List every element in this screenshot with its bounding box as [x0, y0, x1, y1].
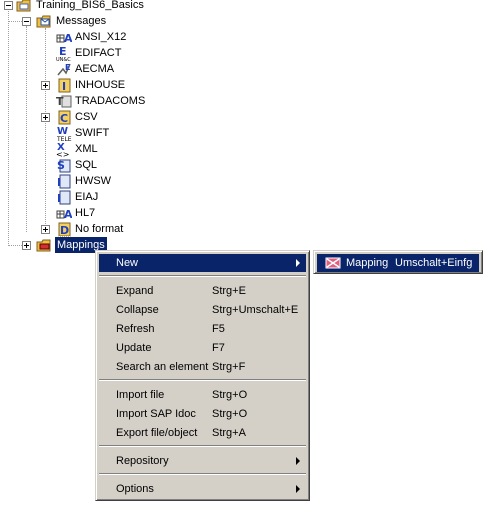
- menu-item-import-sap-idoc[interactable]: Import SAP Idoc Strg+O: [99, 405, 306, 423]
- tree-label: Messages: [56, 15, 107, 27]
- xml-format-icon: X <>: [56, 141, 72, 159]
- hl7-format-icon: A: [56, 205, 73, 221]
- submenu-arrow-icon: [296, 457, 300, 465]
- tree-label: HWSW: [75, 175, 112, 187]
- menu-item-shortcut: Strg+Umschalt+E: [212, 304, 299, 316]
- menu-item-label: Mapping: [346, 257, 389, 269]
- sql-format-icon: S: [56, 157, 72, 173]
- menu-item-label: Refresh: [116, 323, 155, 335]
- menu-item-label: Collapse: [116, 304, 159, 316]
- tree-label: INHOUSE: [75, 79, 126, 91]
- tree-label: CSV: [75, 111, 98, 123]
- tree-label: SWIFT: [75, 127, 110, 139]
- expand-toggle[interactable]: [41, 81, 50, 90]
- menu-item-options[interactable]: Options: [99, 480, 306, 498]
- expand-toggle[interactable]: [41, 113, 50, 122]
- menu-item-shortcut: Strg+A: [212, 427, 246, 439]
- svg-text:T: T: [56, 95, 64, 108]
- tree-label: SQL: [75, 159, 98, 171]
- menu-item-new[interactable]: New: [99, 254, 306, 272]
- tree-label: No format: [75, 223, 124, 235]
- tree-connector: [45, 28, 46, 230]
- tree-label: TRADACOMS: [75, 95, 146, 107]
- tree-connector: [26, 26, 27, 232]
- menu-item-search[interactable]: Search an element Strg+F: [99, 358, 306, 376]
- svg-text:S: S: [57, 159, 65, 172]
- context-menu: New Expand Strg+E Collapse Strg+Umschalt…: [95, 250, 310, 501]
- swift-format-icon: WTELEX: [56, 125, 76, 143]
- repository-tree: Training_BIS6_Basics Messages A ANSI_X12…: [0, 0, 488, 260]
- menu-item-repository[interactable]: Repository: [99, 452, 306, 470]
- tree-label: Training_BIS6_Basics: [36, 0, 144, 11]
- menu-item-label: Options: [116, 483, 154, 495]
- tradacoms-format-icon: T: [56, 93, 72, 109]
- menu-separator: [99, 275, 306, 277]
- ansi-format-icon: A: [56, 29, 73, 45]
- hwsw-format-icon: I: [56, 173, 72, 189]
- menu-item-label: Search an element: [116, 361, 209, 373]
- menu-item-shortcut: Strg+O: [212, 408, 248, 420]
- collapse-toggle[interactable]: [4, 1, 13, 10]
- tree-label: EIAJ: [75, 191, 99, 203]
- menu-item-shortcut: Strg+E: [212, 285, 246, 297]
- tree-label: AECMA: [75, 63, 115, 75]
- menu-item-collapse[interactable]: Collapse Strg+Umschalt+E: [99, 301, 306, 319]
- svg-text:A: A: [64, 32, 72, 45]
- tree-connector: [8, 8, 9, 246]
- project-folder-icon: [16, 0, 32, 13]
- menu-item-label: New: [116, 257, 139, 269]
- expand-toggle[interactable]: [22, 241, 31, 250]
- inhouse-format-icon: I: [56, 77, 72, 93]
- tree-label: EDIFACT: [75, 47, 122, 59]
- svg-text:E: E: [65, 63, 70, 72]
- collapse-toggle[interactable]: [22, 17, 31, 26]
- tree-label: HL7: [75, 207, 96, 219]
- menu-item-shortcut: Strg+O: [212, 389, 248, 401]
- menu-separator: [99, 473, 306, 475]
- menu-item-label: Import SAP Idoc: [116, 408, 196, 420]
- edifact-format-icon: E UN&C: [56, 45, 72, 63]
- menu-item-export-file[interactable]: Export file/object Strg+A: [99, 424, 306, 442]
- menu-item-shortcut: Strg+F: [212, 361, 246, 373]
- svg-text:A: A: [64, 208, 72, 221]
- menu-item-shortcut: Umschalt+Einfg: [395, 257, 473, 269]
- menu-item-mapping[interactable]: Mapping Umschalt+Einfg: [317, 254, 479, 272]
- svg-text:I: I: [62, 80, 66, 93]
- mapping-icon: [325, 255, 341, 271]
- menu-item-refresh[interactable]: Refresh F5: [99, 320, 306, 338]
- tree-label: ANSI_X12: [75, 31, 127, 43]
- csv-format-icon: C: [56, 109, 72, 125]
- menu-separator: [99, 445, 306, 447]
- tree-label: XML: [75, 143, 98, 155]
- new-submenu: Mapping Umschalt+Einfg: [313, 250, 483, 274]
- mappings-folder-icon: [36, 237, 52, 253]
- menu-item-import-file[interactable]: Import file Strg+O: [99, 386, 306, 404]
- menu-item-update[interactable]: Update F7: [99, 339, 306, 357]
- menu-item-shortcut: F5: [212, 323, 225, 335]
- messages-folder-icon: [36, 13, 52, 29]
- menu-item-label: Update: [116, 342, 152, 354]
- expand-toggle[interactable]: [41, 225, 50, 234]
- svg-text:<>: <>: [56, 150, 69, 157]
- aecma-format-icon: E: [56, 61, 72, 77]
- menu-separator: [99, 379, 306, 381]
- menu-item-label: Import file: [116, 389, 165, 401]
- menu-item-label: Expand: [116, 285, 154, 297]
- svg-text:D: D: [60, 224, 69, 237]
- menu-item-label: Repository: [116, 455, 169, 467]
- svg-text:I: I: [57, 192, 61, 205]
- eiaj-format-icon: I: [56, 189, 72, 205]
- submenu-arrow-icon: [296, 259, 300, 267]
- no-format-icon: D: [56, 221, 72, 237]
- svg-text:I: I: [57, 176, 61, 189]
- menu-item-label: Export file/object: [116, 427, 198, 439]
- svg-text:C: C: [60, 112, 68, 125]
- submenu-arrow-icon: [296, 485, 300, 493]
- menu-item-expand[interactable]: Expand Strg+E: [99, 282, 306, 300]
- menu-item-shortcut: F7: [212, 342, 225, 354]
